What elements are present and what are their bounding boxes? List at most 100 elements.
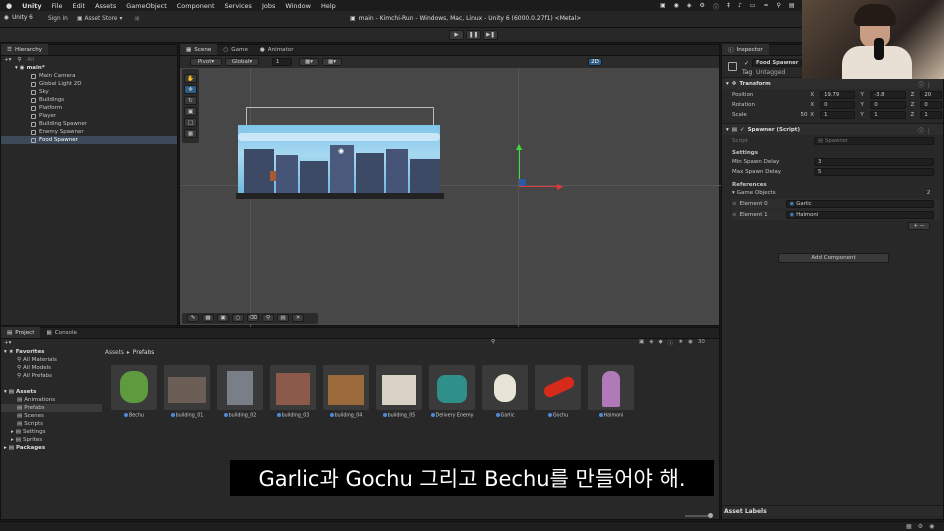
info-icon[interactable]: ⓘ bbox=[668, 339, 674, 347]
tab-project[interactable]: ▤ Project bbox=[1, 327, 41, 338]
fav-item-prefabs[interactable]: ⚲ All Prefabs bbox=[1, 372, 102, 380]
asset-gochu[interactable]: Gochu bbox=[535, 365, 581, 419]
rotation-y-field[interactable]: 0 bbox=[870, 101, 906, 109]
folder-settings[interactable]: ▸ ▤ Settings bbox=[1, 428, 102, 436]
enabled-checkbox[interactable]: ✓ bbox=[740, 127, 745, 133]
asset-building-04[interactable]: building_04 bbox=[323, 365, 369, 419]
close-tool-icon[interactable]: ✕ bbox=[292, 314, 304, 322]
picker-tool-icon[interactable]: ○ bbox=[232, 314, 244, 322]
add-icon[interactable]: +▾ bbox=[4, 57, 11, 63]
asset-building-02[interactable]: building_02 bbox=[217, 365, 263, 419]
asset-store-button[interactable]: ▣ Asset Store ▾ bbox=[77, 16, 122, 22]
rect-tool-icon[interactable]: □ bbox=[184, 118, 197, 127]
star-icon[interactable]: ★ bbox=[678, 339, 683, 347]
asset-building-01[interactable]: building_01 bbox=[164, 365, 210, 419]
hierarchy-item-building-spawner[interactable]: Building Spawner bbox=[1, 120, 177, 128]
scale-y-field[interactable]: 1 bbox=[870, 111, 906, 119]
cloud-icon[interactable]: ☼ bbox=[134, 15, 140, 23]
breadcrumb-assets[interactable]: Assets bbox=[105, 350, 124, 356]
position-y-field[interactable]: -3.8 bbox=[870, 91, 906, 99]
transform-header[interactable]: ▾ ✥ Transform bbox=[722, 78, 943, 89]
info-icon[interactable]: ⓘ bbox=[713, 2, 719, 11]
gizmo-y-arrow-icon[interactable]: ▲ bbox=[516, 142, 522, 151]
folder-sprites[interactable]: ▸ ▤ Sprites bbox=[1, 436, 102, 444]
box-tool-icon[interactable]: ▣ bbox=[217, 314, 229, 322]
max-delay-field[interactable]: 5 bbox=[814, 168, 934, 176]
hand-tool-icon[interactable]: ✋ bbox=[184, 74, 197, 83]
folder-prefabs[interactable]: ▤ Prefabs bbox=[1, 404, 102, 412]
grid-snap-button[interactable]: ▦▾ bbox=[299, 58, 319, 66]
record-icon[interactable]: ◉ bbox=[674, 2, 679, 11]
scale-z-field[interactable]: 1 bbox=[920, 111, 942, 119]
dropbox-icon[interactable]: ◈ bbox=[687, 2, 692, 11]
hierarchy-item-buildings[interactable]: Buildings bbox=[1, 96, 177, 104]
menu-component[interactable]: Component bbox=[177, 2, 215, 10]
fill-tool-icon[interactable]: ▤ bbox=[277, 314, 289, 322]
asset-building-05[interactable]: building_05 bbox=[376, 365, 422, 419]
battery-icon[interactable]: ▭ bbox=[750, 2, 756, 11]
tab-inspector[interactable]: ⓘ Inspector bbox=[722, 44, 769, 55]
menu-jobs[interactable]: Jobs bbox=[262, 2, 275, 10]
scene-root[interactable]: ▾ ◉ main* bbox=[1, 64, 177, 72]
status-icons[interactable]: ▦ ⚙ ◉ bbox=[906, 523, 934, 530]
eraser-tool-icon[interactable]: ⌫ bbox=[247, 314, 259, 322]
fav-item-materials[interactable]: ⚲ All Materials bbox=[1, 356, 102, 364]
assets-root[interactable]: ▾ ▤ Assets bbox=[1, 388, 102, 396]
transform-tool-icon[interactable]: ▦ bbox=[184, 129, 197, 138]
lock-icon[interactable]: ▣ bbox=[639, 339, 644, 347]
mute-icon[interactable]: ♪ bbox=[738, 2, 742, 11]
tab-game[interactable]: ○ Game bbox=[217, 44, 254, 55]
hierarchy-item-sky[interactable]: Sky bbox=[1, 88, 177, 96]
game-objects-list-header[interactable]: ▾ Game Objects 2 bbox=[732, 189, 942, 197]
eye-icon[interactable]: ◉ bbox=[688, 339, 693, 347]
menu-app[interactable]: Unity bbox=[22, 2, 41, 10]
zoom-slider[interactable] bbox=[685, 513, 713, 518]
menu-assets[interactable]: Assets bbox=[95, 2, 116, 10]
list-count[interactable]: 2 bbox=[927, 190, 931, 196]
gizmo-x-arrow-icon[interactable]: ▶ bbox=[557, 182, 563, 191]
menu-edit[interactable]: Edit bbox=[72, 2, 85, 10]
position-x-field[interactable]: 19.79 bbox=[820, 91, 856, 99]
min-delay-field[interactable]: 3 bbox=[814, 158, 934, 166]
play-button[interactable]: ▶ bbox=[449, 30, 464, 40]
pivot-dropdown[interactable]: Pivot ▾ bbox=[190, 58, 222, 66]
snap-input[interactable]: 1 bbox=[272, 58, 292, 66]
bug-icon[interactable]: ◉ bbox=[929, 523, 934, 530]
add-component-button[interactable]: Add Component bbox=[778, 253, 889, 263]
tab-hierarchy[interactable]: ☰ Hierarchy bbox=[1, 44, 49, 55]
account-button[interactable]: ◉ Unity 6 bbox=[4, 15, 33, 21]
hierarchy-item-main-camera[interactable]: Main Camera bbox=[1, 72, 177, 80]
rotation-z-field[interactable]: 0 bbox=[920, 101, 942, 109]
scale-x-field[interactable]: 1 bbox=[820, 111, 856, 119]
tab-scene[interactable]: ▦ Scene bbox=[180, 44, 218, 55]
tag-dropdown[interactable]: Untagged bbox=[756, 69, 785, 76]
asset-delivery-enemy[interactable]: Delivery Enemy bbox=[429, 365, 475, 419]
component-menu-icons[interactable]: ⓘ ⋮ bbox=[918, 80, 932, 89]
drag-handle-icon[interactable]: ≡ bbox=[732, 201, 737, 207]
object-name-field[interactable]: Food Spawner bbox=[752, 59, 802, 67]
element-0-field[interactable]: ◉ Garlic bbox=[785, 200, 934, 208]
active-checkbox[interactable]: ✓ bbox=[744, 60, 749, 67]
tab-animator[interactable]: ● Animator bbox=[254, 44, 300, 55]
add-icon[interactable]: +▾ bbox=[4, 340, 11, 346]
filter-icon[interactable]: ◈ bbox=[649, 339, 653, 347]
layout-icon[interactable]: ▦ bbox=[906, 523, 912, 530]
menu-window[interactable]: Window bbox=[285, 2, 311, 10]
settings-icon[interactable]: ⚙ bbox=[918, 523, 923, 530]
control-center-icon[interactable]: ▤ bbox=[789, 2, 795, 11]
gizmo-x-axis[interactable] bbox=[519, 186, 559, 187]
scene-game-sprite[interactable]: ◉ bbox=[238, 125, 440, 199]
breadcrumb-prefabs[interactable]: Prefabs bbox=[133, 350, 155, 356]
step-button[interactable]: ▶❚ bbox=[483, 30, 498, 40]
element-1-field[interactable]: ◉ Halmoni bbox=[785, 211, 934, 219]
global-dropdown[interactable]: Global ▾ bbox=[225, 58, 259, 66]
asset-halmoni[interactable]: Halmoni bbox=[588, 365, 634, 419]
zoom-tool-icon[interactable]: ⚲ bbox=[262, 314, 274, 322]
expand-icon[interactable]: ▾ bbox=[15, 65, 18, 71]
bluetooth-icon[interactable]: ‡ bbox=[727, 2, 730, 11]
menu-services[interactable]: Services bbox=[225, 2, 252, 10]
asset-garlic[interactable]: Garlic bbox=[482, 365, 528, 419]
hierarchy-item-global-light[interactable]: Global Light 2D bbox=[1, 80, 177, 88]
component-menu-icons[interactable]: ⓘ ⋮ bbox=[918, 126, 932, 135]
scale-tool-icon[interactable]: ▣ bbox=[184, 107, 197, 116]
